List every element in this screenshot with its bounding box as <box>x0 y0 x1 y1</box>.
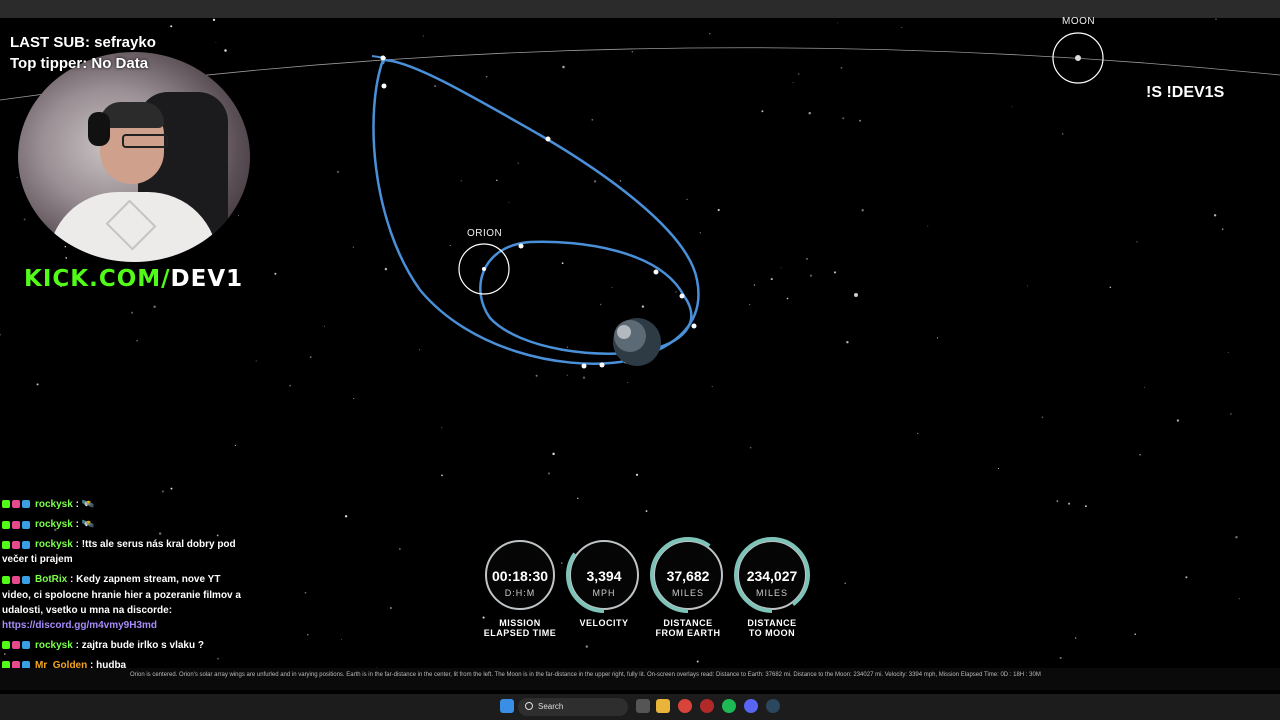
kick-url-prefix: KICK.COM/ <box>24 266 171 292</box>
chat-text: : zajtra bude irlko s vlaku ? <box>75 639 204 651</box>
dev-command-tag: !S !DEV1S <box>1146 84 1225 101</box>
chat-username[interactable]: rockysk <box>35 640 73 651</box>
last-sub-text: LAST SUB: sefrayko <box>10 34 156 51</box>
gauge-1: 3,394 MPH VELOCITY <box>564 537 644 628</box>
badge-icon <box>2 500 10 509</box>
trajectory-outer <box>372 58 700 365</box>
gauge-ring: 00:18:30 D:H:M <box>485 540 555 610</box>
chat-badges <box>2 572 32 587</box>
earth <box>613 318 661 366</box>
gauge-ring: 234,027 MILES <box>734 537 810 613</box>
badge-icon <box>2 640 10 649</box>
gauge-label: DISTANCE TO MOON <box>732 618 812 638</box>
badge-icon <box>22 575 30 584</box>
webcam-overlay <box>18 52 250 262</box>
badge-icon <box>22 640 30 649</box>
chat-message: BotRix : Kedy zapnem stream, nove YT vid… <box>2 572 242 632</box>
windows-start-icon[interactable] <box>500 699 514 713</box>
chat-message: rockysk : 🛰️ <box>2 517 242 532</box>
badge-icon <box>2 575 10 584</box>
gauge-3: 234,027 MILES DISTANCE TO MOON <box>732 537 812 638</box>
badge-icon <box>2 540 10 549</box>
file-explorer-icon[interactable] <box>656 699 670 713</box>
gauge-value: 00:18:30 <box>491 568 549 584</box>
gauge-label: VELOCITY <box>564 618 644 628</box>
gauge-value: 234,027 <box>746 568 798 584</box>
gauge-2: 37,682 MILES DISTANCE FROM EARTH <box>648 537 728 638</box>
search-icon <box>525 702 533 710</box>
gauge-label-line1: VELOCITY <box>579 618 629 628</box>
chrome-icon[interactable] <box>678 699 692 713</box>
stream-frame: MOON ORION LAST SUB: sefrayko Top tipper… <box>0 0 1280 720</box>
chat-username[interactable]: rockysk <box>35 519 73 530</box>
gauge-label-line1: DISTANCE <box>747 618 797 628</box>
gauge-0: 00:18:30 D:H:M MISSION ELAPSED TIME <box>480 540 560 638</box>
gauge-value: 3,394 <box>586 568 622 584</box>
taskbar: Search <box>0 694 1280 720</box>
chat-message: rockysk : 🛰️ <box>2 497 242 512</box>
chat-text: : 🛰️ <box>75 499 95 511</box>
description-caption: Orion is centered. Orion's solar array w… <box>0 668 1280 690</box>
steam-icon[interactable] <box>766 699 780 713</box>
chat-username[interactable]: BotRix <box>35 575 67 586</box>
gauge-value: 37,682 <box>666 568 710 584</box>
gauge-ring: 37,682 MILES <box>650 537 726 613</box>
gauge-unit: MILES <box>671 588 704 598</box>
gauge-ring: 3,394 MPH <box>566 537 642 613</box>
moon-label: MOON <box>1062 16 1096 27</box>
chat-badges <box>2 537 32 552</box>
chat-username[interactable]: rockysk <box>35 539 73 550</box>
chat-badges <box>2 497 32 512</box>
gauge-label-line2: FROM EARTH <box>655 628 721 638</box>
badge-icon <box>12 520 20 529</box>
badge-icon <box>12 575 20 584</box>
kick-url-name: DEV1 <box>170 266 244 292</box>
chat-text: : 🛰️ <box>75 519 95 531</box>
kick-url-banner: KICK.COM/DEV1 <box>24 266 243 292</box>
mission-gauges: 00:18:30 D:H:M MISSION ELAPSED TIME 3,394 MPH… <box>480 537 812 650</box>
badge-icon <box>2 520 10 529</box>
chat-badges <box>2 517 32 532</box>
badge-icon <box>12 540 20 549</box>
orion-label: ORION <box>467 228 503 239</box>
badge-icon <box>12 500 20 509</box>
chat-link[interactable]: https://discord.gg/m4vmy9H3md <box>2 620 157 631</box>
gauge-label: DISTANCE FROM EARTH <box>648 618 728 638</box>
chat-username[interactable]: rockysk <box>35 499 73 510</box>
gauge-unit: MILES <box>755 588 788 598</box>
chat-message: rockysk : zajtra bude irlko s vlaku ? <box>2 638 242 653</box>
gauge-label-line2: TO MOON <box>748 628 796 638</box>
spotify-icon[interactable] <box>722 699 736 713</box>
gauge-unit: D:H:M <box>504 588 536 598</box>
badge-icon <box>22 540 30 549</box>
gauge-unit: MPH <box>592 588 616 598</box>
top-tipper-text: Top tipper: No Data <box>10 55 149 72</box>
gauge-label-line1: MISSION <box>499 618 541 628</box>
taskbar-search[interactable]: Search <box>518 698 628 716</box>
gauge-label: MISSION ELAPSED TIME <box>480 618 560 638</box>
gauge-label-line1: DISTANCE <box>663 618 713 628</box>
badge-icon <box>22 500 30 509</box>
task-view-icon[interactable] <box>636 699 650 713</box>
badge-icon <box>12 640 20 649</box>
chat-badges <box>2 638 32 653</box>
search-placeholder: Search <box>538 702 564 711</box>
recording-app-icon[interactable] <box>700 699 714 713</box>
gauge-label-line2: ELAPSED TIME <box>483 628 557 638</box>
discord-icon[interactable] <box>744 699 758 713</box>
sub-tipper-overlay: LAST SUB: sefrayko Top tipper: No Data <box>10 32 156 74</box>
chat-message: rockysk : !tts ale serus nás kral dobry … <box>2 537 242 567</box>
badge-icon <box>22 520 30 529</box>
